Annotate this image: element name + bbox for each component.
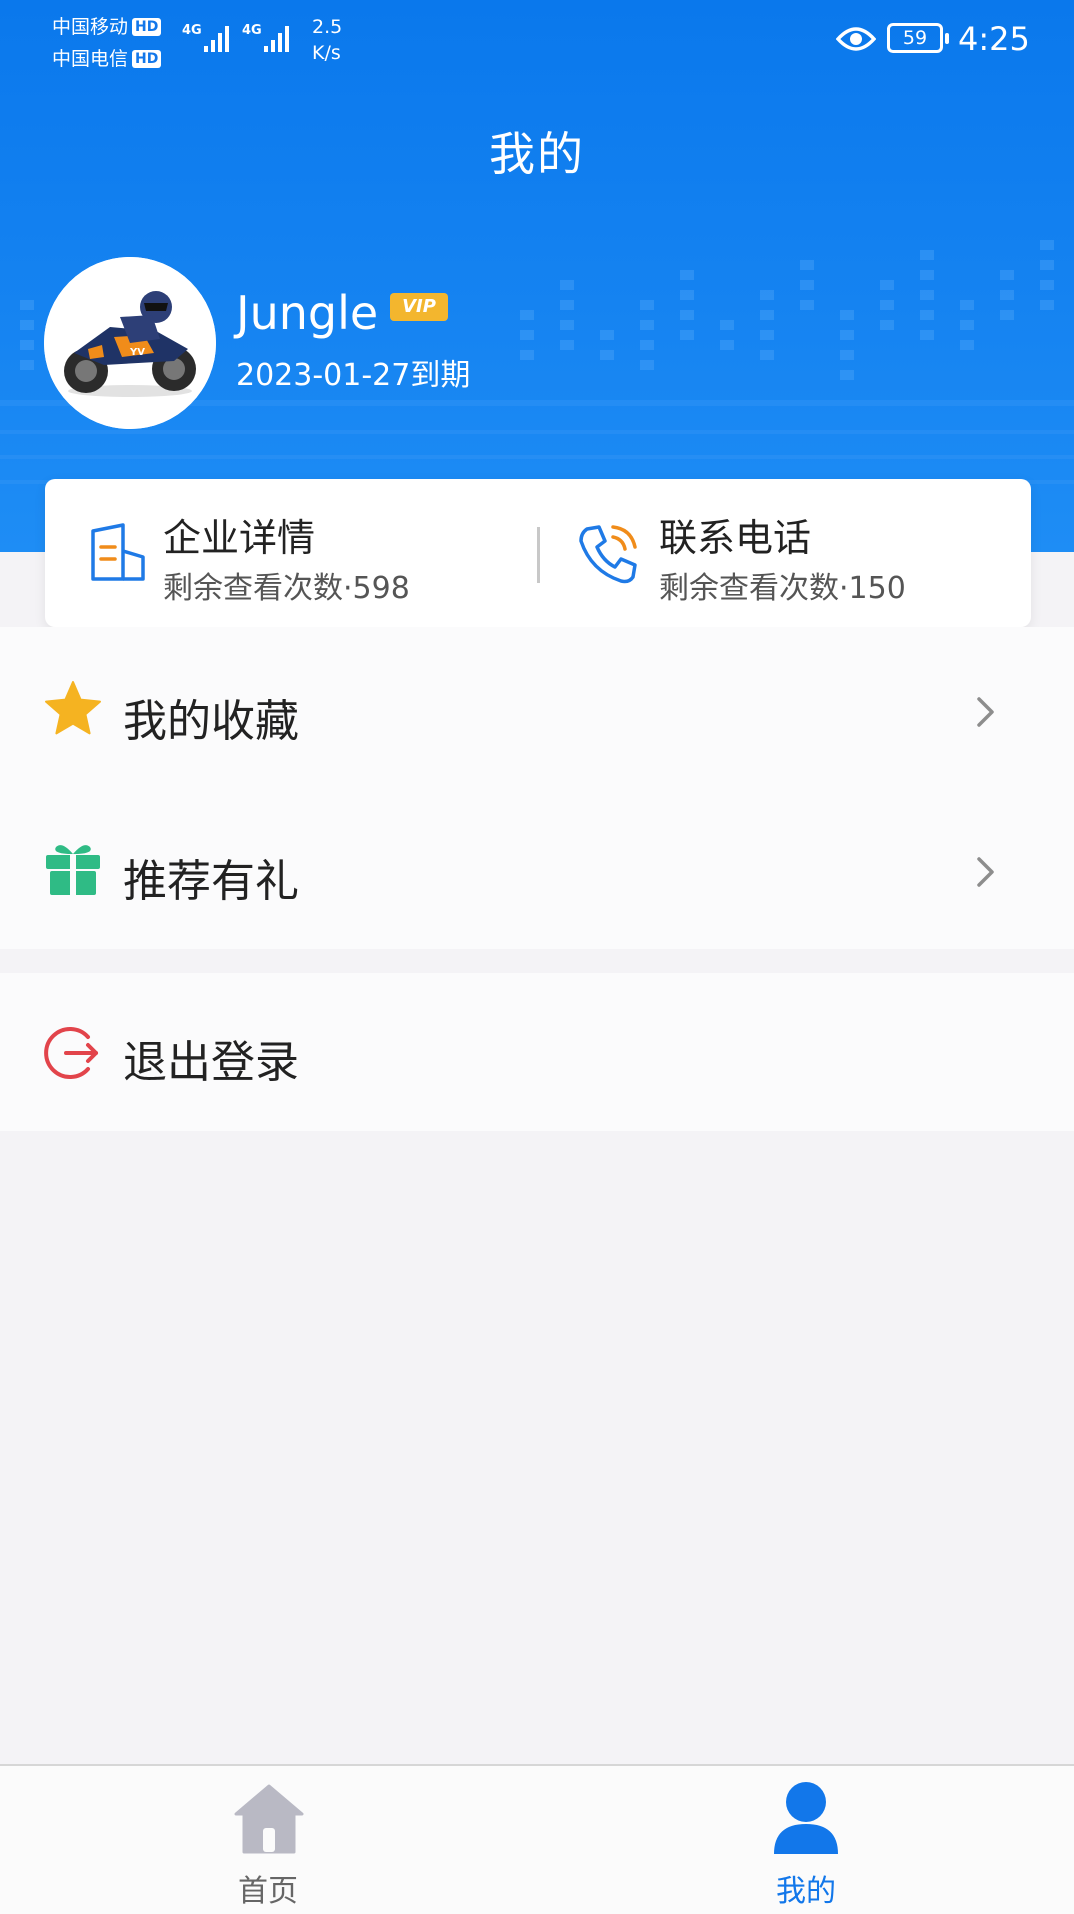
status-bar: 中国移动 HD 中国电信 HD 4G 4G 2.5 K/s 59 4:25 — [0, 0, 1074, 80]
home-icon — [234, 1784, 304, 1854]
network-speed: 2.5 K/s — [312, 14, 342, 66]
hd-badge: HD — [132, 18, 162, 36]
menu-item-favorites[interactable]: 我的收藏 — [0, 627, 1074, 777]
profile-header: 中国移动 HD 中国电信 HD 4G 4G 2.5 K/s 59 4:25 我的… — [0, 0, 1074, 552]
page-title: 我的 — [489, 127, 585, 181]
avatar[interactable]: YV — [44, 257, 216, 429]
chevron-right-icon — [977, 857, 994, 887]
hd-badge: HD — [132, 50, 162, 68]
battery-indicator: 59 — [887, 23, 949, 53]
star-icon — [45, 681, 101, 735]
contact-phone-remaining: 剩余查看次数·150 — [659, 571, 906, 606]
tab-home[interactable]: 首页 — [168, 1766, 368, 1914]
status-clock: 4:25 — [958, 20, 1030, 58]
user-icon — [774, 1782, 838, 1854]
company-details-title: 企业详情 — [163, 516, 316, 560]
network-speed-value: 2.5 — [312, 16, 343, 38]
quota-divider — [537, 527, 540, 583]
menu-item-referral[interactable]: 推荐有礼 — [0, 787, 1074, 937]
menu-group-account: 退出登录 — [0, 973, 1074, 1131]
tab-mine[interactable]: 我的 — [706, 1766, 906, 1914]
username: Jungle — [236, 286, 379, 340]
carrier-2-name: 中国电信 — [52, 48, 129, 70]
company-details-quota[interactable]: 企业详情 剩余查看次数·598 — [45, 479, 535, 627]
menu-label-logout: 退出登录 — [123, 1037, 299, 1088]
phone-icon — [579, 525, 637, 584]
membership-expiry: 2023-01-27到期 — [236, 358, 471, 393]
bottom-tab-bar: 首页 我的 — [0, 1764, 1074, 1914]
building-icon — [91, 523, 145, 581]
contact-phone-quota[interactable]: 联系电话 剩余查看次数·150 — [541, 479, 1031, 627]
tab-mine-label: 我的 — [776, 1874, 836, 1909]
quota-card: 企业详情 剩余查看次数·598 联系电话 剩余查看次数·150 — [45, 479, 1031, 627]
logout-icon — [44, 1027, 98, 1079]
carrier-1: 中国移动 HD — [52, 12, 162, 39]
contact-phone-title: 联系电话 — [659, 516, 812, 560]
motorcycle-rider-avatar-image: YV — [44, 257, 216, 429]
svg-text:YV: YV — [129, 347, 145, 358]
chevron-right-icon — [977, 697, 994, 727]
network-speed-unit: K/s — [312, 42, 341, 64]
net-type-label: 4G — [182, 23, 202, 38]
gift-icon — [46, 845, 100, 895]
net-type-label-2: 4G — [242, 23, 262, 38]
menu-group-main: 我的收藏 推荐有礼 — [0, 627, 1074, 949]
signal-icon: 4G — [182, 23, 229, 52]
tab-home-label: 首页 — [238, 1874, 298, 1909]
app-root: 中国移动 HD 中国电信 HD 4G 4G 2.5 K/s 59 4:25 我的… — [0, 0, 1074, 1914]
menu-label-favorites: 我的收藏 — [123, 696, 299, 747]
menu-label-referral: 推荐有礼 — [123, 856, 299, 907]
signal-icon-2: 4G — [242, 23, 289, 52]
menu-item-logout[interactable]: 退出登录 — [0, 973, 1074, 1131]
carrier-2: 中国电信 HD — [52, 44, 162, 71]
carrier-1-name: 中国移动 — [52, 16, 129, 38]
eye-icon — [836, 27, 876, 51]
company-details-remaining: 剩余查看次数·598 — [163, 571, 410, 606]
vip-badge: VIP — [390, 293, 448, 321]
